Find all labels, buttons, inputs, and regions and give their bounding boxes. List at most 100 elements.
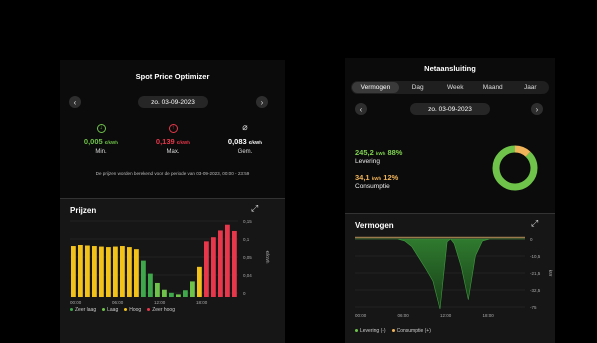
consumptie-pct: 12% xyxy=(383,173,399,182)
y-tick-label: 0,1 xyxy=(243,237,250,242)
y-tick-label: -32,5 xyxy=(530,288,541,293)
expand-icon[interactable]: ⤢ xyxy=(531,218,538,229)
prices-card: Prijzen ⤢ 0,15 0,1 0,05 0,04 0 €/kWh 00:00 06:0… xyxy=(60,198,285,343)
consumptie-value: 34,1 xyxy=(355,173,370,182)
avg-price: ⌀ 0,083 €/kWh Gem. xyxy=(220,122,270,156)
price-bar xyxy=(183,290,188,297)
y-axis-label: kW xyxy=(548,270,553,277)
price-bar xyxy=(232,230,237,297)
x-tick-label: 06:00 xyxy=(398,313,410,318)
price-bar xyxy=(134,249,139,297)
power-title: Vermogen xyxy=(355,221,394,230)
tab-vermogen[interactable]: Vermogen xyxy=(352,82,399,93)
chevron-right-icon: › xyxy=(260,97,264,107)
min-unit: €/kWh xyxy=(104,140,119,145)
expand-icon[interactable]: ⤢ xyxy=(251,203,258,214)
prev-day-button[interactable]: ‹ xyxy=(69,96,81,108)
y-axis-label: €/kWh xyxy=(265,251,270,264)
avg-label: Gem. xyxy=(237,149,253,155)
price-bar xyxy=(218,230,223,297)
min-label: Min. xyxy=(95,149,107,155)
tab-maand[interactable]: Maand xyxy=(474,84,512,91)
y-tick-label: -10,5 xyxy=(530,254,541,259)
power-legend: Levering (-) Consumptie (+) xyxy=(355,328,431,334)
y-tick-label: 0,15 xyxy=(243,219,252,224)
price-bar xyxy=(211,237,216,297)
net-next-day-button[interactable]: › xyxy=(531,103,543,115)
price-bar xyxy=(106,247,111,297)
price-legend: Zeer laag Laag Hoog Zeer hoog xyxy=(70,307,175,313)
consumptie-summary: 34,1 kWh 12% xyxy=(355,173,398,182)
max-unit: €/kWh xyxy=(176,140,191,145)
arrow-down-icon: ↓ xyxy=(96,124,106,133)
avg-unit: €/kWh xyxy=(248,140,263,145)
min-value: 0,005 xyxy=(83,137,103,146)
next-day-button[interactable]: › xyxy=(256,96,268,108)
net-date-selector[interactable]: zo. 03-09-2023 xyxy=(410,103,490,115)
donut-levering-arc xyxy=(492,145,538,191)
max-label: Max. xyxy=(166,149,180,155)
price-chart: 0,15 0,1 0,05 0,04 0 €/kWh 00:00 06:00 12:00 18:0… xyxy=(70,219,270,305)
price-bar xyxy=(155,282,160,297)
legend-consumptie: Consumptie (+) xyxy=(391,328,431,334)
chevron-right-icon: › xyxy=(535,104,539,114)
arrow-up-icon: ↑ xyxy=(168,124,178,133)
levering-pct: 88% xyxy=(387,148,403,157)
chevron-left-icon: ‹ xyxy=(359,104,363,114)
y-tick-label: -21,5 xyxy=(530,271,541,276)
energy-donut xyxy=(492,145,538,191)
consumptie-label: Consumptie xyxy=(355,183,390,190)
y-tick-label: 0 xyxy=(243,291,246,296)
tab-week[interactable]: Week xyxy=(436,84,474,91)
consumptie-unit: kWh xyxy=(371,176,382,181)
period-tabs: Vermogen Dag Week Maand Jaar xyxy=(351,81,549,94)
tab-jaar[interactable]: Jaar xyxy=(512,84,550,91)
x-tick-label: 06:00 xyxy=(112,300,124,305)
spot-price-panel: Spot Price Optimizer ‹ zo. 03-09-2023 › … xyxy=(60,60,285,343)
y-tick-label: -75 xyxy=(530,305,537,310)
price-bar xyxy=(78,245,83,297)
levering-label: Levering xyxy=(355,158,380,165)
price-bar xyxy=(190,281,195,297)
levering-value: 245,2 xyxy=(355,148,374,157)
date-selector[interactable]: zo. 03-09-2023 xyxy=(138,96,208,108)
min-price: ↓ 0,005 €/kWh Min. xyxy=(76,124,126,155)
power-card: Vermogen ⤢ 0 -10,5 -21,5 -32,5 -75 kW 00:00 06:… xyxy=(345,213,555,343)
spot-title: Spot Price Optimizer xyxy=(135,72,210,81)
legend-hoog: Hoog xyxy=(124,307,141,313)
y-tick-label: 0,05 xyxy=(243,255,252,260)
y-tick-label: 0,04 xyxy=(243,273,252,278)
levering-unit: kWh xyxy=(375,151,386,156)
x-tick-label: 18:00 xyxy=(483,313,495,318)
price-bar xyxy=(169,292,174,297)
price-bar xyxy=(92,246,97,297)
levering-summary: 245,2 kWh 88% xyxy=(355,148,402,157)
x-tick-label: 00:00 xyxy=(355,313,367,318)
y-tick-label: 0 xyxy=(530,237,533,242)
legend-laag: Laag xyxy=(102,307,118,313)
max-value: 0,139 xyxy=(155,137,175,146)
prices-title: Prijzen xyxy=(70,206,97,215)
x-tick-label: 12:00 xyxy=(154,300,166,305)
price-bar xyxy=(71,246,76,297)
period-note: De prijzen worden berekend voor de perio… xyxy=(95,171,250,176)
price-bar xyxy=(127,247,132,297)
net-prev-day-button[interactable]: ‹ xyxy=(355,103,367,115)
price-bar xyxy=(162,289,167,297)
legend-zeer-hoog: Zeer hoog xyxy=(147,307,175,313)
price-bar xyxy=(141,260,146,297)
price-bar xyxy=(204,241,209,297)
max-price: ↑ 0,139 €/kWh Max. xyxy=(148,124,198,155)
x-tick-label: 12:00 xyxy=(440,313,452,318)
net-title: Netaansluiting xyxy=(424,64,476,73)
average-icon: ⌀ xyxy=(242,122,248,132)
price-bar xyxy=(176,294,181,297)
power-chart: 0 -10,5 -21,5 -32,5 -75 kW 00:00 06:00 12:00 18:0… xyxy=(355,236,553,318)
x-tick-label: 00:00 xyxy=(70,300,82,305)
price-bar xyxy=(148,273,153,297)
x-tick-label: 18:00 xyxy=(196,300,208,305)
levering-area xyxy=(355,238,525,310)
tab-dag[interactable]: Dag xyxy=(399,84,437,91)
legend-levering: Levering (-) xyxy=(355,328,386,334)
chevron-left-icon: ‹ xyxy=(73,97,77,107)
